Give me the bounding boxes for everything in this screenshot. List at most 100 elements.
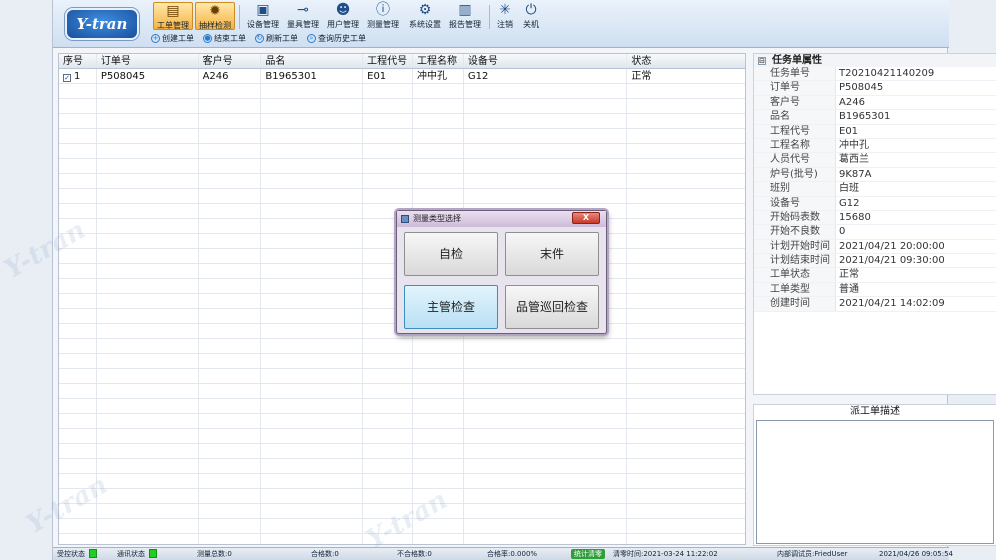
property-row[interactable]: 人员代号 葛西兰 [754,153,996,168]
empty-table-row [59,339,745,354]
empty-cell [413,354,464,368]
qc-patrol-check-button[interactable]: 品管巡回检查 [505,285,599,329]
property-row[interactable]: 计划结束时间 2021/04/21 09:30:00 [754,254,996,269]
col-header-device[interactable]: 设备号 [464,54,628,68]
stop-circle-icon: ● [203,33,212,43]
empty-cell [59,144,97,158]
empty-cell [464,159,628,173]
empty-cell [199,189,262,203]
query-history-button[interactable]: ⌕ 查询历史工单 [307,31,366,45]
dialog-titlebar[interactable]: 测量类型选择 X [397,211,606,227]
empty-cell [59,339,97,353]
create-workorder-button[interactable]: + 创建工单 [151,31,194,45]
toolbar-device-button[interactable]: ▣ 设备管理 [243,2,283,30]
empty-cell [413,474,464,488]
empty-cell [413,369,464,383]
col-header-product[interactable]: 品名 [261,54,364,68]
property-row[interactable]: 客户号 A246 [754,95,996,111]
empty-cell [627,519,745,533]
collapse-toggle-icon[interactable]: ⊟ [758,57,766,65]
property-key: 炉号(批号) [754,167,836,182]
property-row[interactable]: 计划开始时间 2021/04/21 20:00:00 [754,239,996,255]
property-row[interactable]: 工单状态 正常 [754,268,996,283]
toolbar-user-button[interactable]: ☻ 用户管理 [323,2,363,30]
empty-cell [59,414,97,428]
empty-cell [363,369,413,383]
refresh-workorder-button[interactable]: ↻ 刷新工单 [255,31,298,45]
self-inspection-button[interactable]: 自检 [404,232,498,276]
clear-statistics-button[interactable]: 统计清零 [571,549,605,559]
col-header-customer[interactable]: 客户号 [199,54,262,68]
property-row[interactable]: 订单号 P508045 [754,81,996,96]
property-row[interactable]: 班别 白班 [754,182,996,197]
property-row[interactable]: 工单类型 普通 [754,282,996,298]
description-textarea[interactable] [756,420,994,544]
row-checkbox[interactable]: ✓ [63,74,71,82]
empty-cell [199,159,262,173]
empty-cell [199,249,262,263]
toolbar-shutdown-button[interactable]: ⏻ 关机 [511,2,551,30]
empty-cell [97,189,199,203]
task-properties-panel: ⊟ 任务单属性 任务单号 T20210421140209 订单号 P508045 客户号 A… [753,53,996,395]
property-row[interactable]: 工程代号 E01 [754,124,996,139]
property-row[interactable]: 创建时间 2021/04/21 14:02:09 [754,297,996,312]
last-piece-button[interactable]: 末件 [505,232,599,276]
property-row[interactable]: 任务单号 T20210421140209 [754,67,996,82]
empty-cell [627,294,745,308]
app-logo: Y-tran [65,8,139,40]
empty-cell [627,534,745,544]
empty-cell [261,309,364,323]
empty-cell [199,414,262,428]
property-row[interactable]: 炉号(批号) 9K87A [754,167,996,183]
property-row[interactable]: 工程名称 冲中孔 [754,138,996,154]
empty-table-row [59,159,745,174]
empty-cell [97,534,199,544]
empty-table-row [59,444,745,459]
empty-cell [464,459,628,473]
empty-cell [59,84,97,98]
empty-cell [199,84,262,98]
empty-cell [261,339,364,353]
empty-cell [413,189,464,203]
dialog-close-button[interactable]: X [572,212,600,224]
empty-cell [363,189,413,203]
empty-cell [627,129,745,143]
property-value: 白班 [839,183,859,195]
property-key: 工程代号 [754,124,836,138]
toolbar-report-button[interactable]: ▥ 报告管理 [445,2,485,30]
empty-cell [627,444,745,458]
toolbar-settings-button[interactable]: ⚙ 系统设置 [405,2,445,30]
toolbar-gauge-button[interactable]: ⊸ 量具管理 [283,2,323,30]
col-header-status[interactable]: 状态 [627,54,745,68]
user-icon: ☻ [335,2,351,18]
toolbar-measure-button[interactable]: ⓘ 测量管理 [363,2,403,30]
col-header-process-code[interactable]: 工程代号 [363,54,413,68]
property-row[interactable]: 设备号 G12 [754,196,996,211]
empty-cell [363,504,413,518]
property-row[interactable]: 品名 B1965301 [754,110,996,125]
col-header-index[interactable]: 序号 [59,54,97,68]
empty-cell [627,474,745,488]
empty-cell [413,519,464,533]
empty-cell [363,474,413,488]
col-header-order[interactable]: 订单号 [97,54,199,68]
empty-cell [261,84,364,98]
empty-cell [97,444,199,458]
toolbar-sampling-button[interactable]: ✹ 抽样检测 [195,2,235,30]
empty-cell [97,279,199,293]
supervisor-check-button[interactable]: 主管检查 [404,285,498,329]
end-workorder-button[interactable]: ● 结束工单 [203,31,246,45]
empty-cell [413,159,464,173]
properties-title[interactable]: ⊟ 任务单属性 [754,54,996,67]
empty-cell [627,324,745,338]
toolbar-workorder-button[interactable]: ▤ 工单管理 [153,2,193,30]
fail-count: 不合格数:0 [397,550,432,558]
col-header-process-name[interactable]: 工程名称 [413,54,464,68]
property-row[interactable]: 开始不良数 0 [754,225,996,240]
row-index-cell[interactable]: ✓ 1 [59,69,97,83]
property-row[interactable]: 开始码表数 15680 [754,210,996,226]
empty-cell [97,504,199,518]
empty-cell [363,354,413,368]
empty-table-row [59,384,745,399]
table-row[interactable]: ✓ 1 P508045 A246 B1965301 E01 冲中孔 G12 正常 [59,69,745,84]
